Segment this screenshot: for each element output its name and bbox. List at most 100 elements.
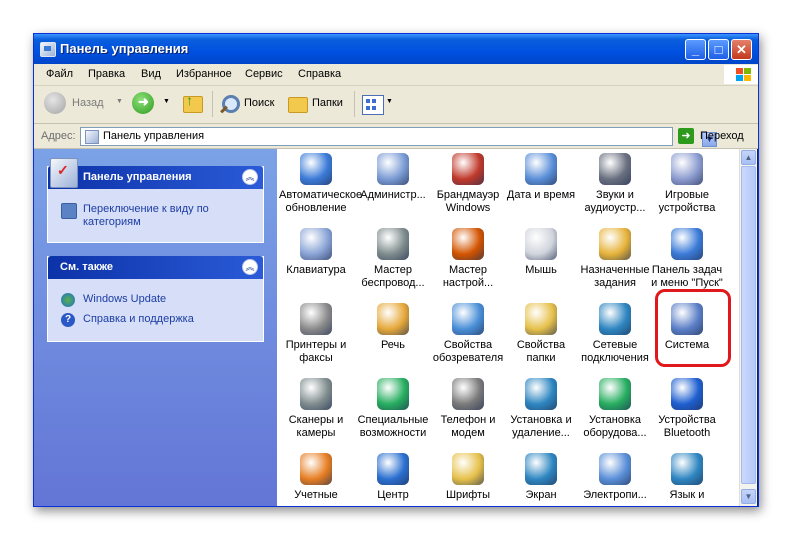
menu-help[interactable]: Справка xyxy=(298,68,341,80)
folders-button[interactable]: Папки xyxy=(286,92,350,116)
up-folder-button[interactable]: ↑ xyxy=(181,92,205,116)
cp-item[interactable]: Назначенные задания xyxy=(578,228,652,303)
cp-item-label: Шрифты xyxy=(445,489,491,501)
speech-icon xyxy=(377,303,409,335)
cp-item-label: Установка оборудова... xyxy=(583,414,647,439)
taskbar-icon xyxy=(671,228,703,260)
help-icon: ? xyxy=(61,313,75,327)
control-panel-small-icon xyxy=(85,130,99,144)
scroll-thumb[interactable] xyxy=(741,166,756,484)
scanner-icon xyxy=(300,378,332,410)
windows-update-icon xyxy=(61,293,75,307)
cp-item-label: Экран xyxy=(525,489,557,501)
cp-item[interactable]: Принтеры и факсы xyxy=(279,303,353,378)
hardware-icon xyxy=(599,378,631,410)
forward-button[interactable]: ➜ ▼ xyxy=(132,92,172,116)
window-title: Панель управления xyxy=(60,41,189,56)
collapse-icon[interactable]: ︽ xyxy=(242,259,258,275)
cp-item[interactable]: Администр... xyxy=(356,153,430,228)
scroll-down-icon[interactable]: ▼ xyxy=(741,489,756,504)
cp-item[interactable]: Язык и xyxy=(650,453,724,506)
cp-item-label: Свойства обозревателя xyxy=(432,339,504,364)
cp-item[interactable]: Установка оборудова... xyxy=(578,378,652,453)
cp-item[interactable]: Учетные xyxy=(279,453,353,506)
title-bar[interactable]: Панель управления _ □ ✕ xyxy=(34,34,758,64)
help-support-link[interactable]: Справка и поддержка xyxy=(83,313,194,325)
cp-item-label: Язык и xyxy=(669,489,705,501)
panel-header[interactable]: См. также ︽ xyxy=(48,256,263,279)
address-label: Адрес: xyxy=(41,130,76,142)
views-dropdown-icon: ▼ xyxy=(386,98,393,105)
cp-item[interactable]: Центр xyxy=(356,453,430,506)
panel-header[interactable]: ✓ Панель управления ︽ xyxy=(48,158,263,189)
cp-item[interactable]: Устройства Bluetooth xyxy=(650,378,724,453)
cp-item[interactable]: Мастер настрой... xyxy=(431,228,505,303)
scroll-up-icon[interactable]: ▲ xyxy=(741,150,756,165)
network-house-icon xyxy=(452,228,484,260)
views-button[interactable]: ▼ xyxy=(360,92,394,116)
toolbar: Назад ▼ ➜ ▼ ↑ Поиск Папки ▼ xyxy=(34,86,758,124)
cp-item[interactable]: Установка и удаление... xyxy=(504,378,578,453)
cp-item[interactable]: Сетевые подключения xyxy=(578,303,652,378)
cp-item[interactable]: Телефон и модем xyxy=(431,378,505,453)
power-icon xyxy=(599,453,631,485)
address-field[interactable]: Панель управления ▼ xyxy=(80,127,717,147)
task-pane: ✓ Панель управления ︽ Переключение к вид… xyxy=(34,149,277,506)
collapse-icon[interactable]: ︽ xyxy=(242,169,258,185)
cp-item[interactable]: Шрифты xyxy=(431,453,505,506)
menu-edit[interactable]: Правка xyxy=(88,68,125,80)
cp-item[interactable]: Свойства обозревателя xyxy=(431,303,505,378)
folders-icon xyxy=(288,97,308,113)
windows-logo-icon xyxy=(724,65,758,84)
printer-icon xyxy=(300,303,332,335)
cp-item[interactable]: Сканеры и камеры xyxy=(279,378,353,453)
cp-item[interactable]: Специальные возможности xyxy=(356,378,430,453)
cp-item-label: Дата и время xyxy=(506,189,576,201)
cp-item[interactable]: Клавиатура xyxy=(279,228,353,303)
views-icon xyxy=(362,95,384,115)
cp-item[interactable]: Экран xyxy=(504,453,578,506)
cp-item[interactable]: Звуки и аудиоустр... xyxy=(578,153,652,228)
forward-dropdown-icon: ▼ xyxy=(163,98,170,105)
switch-category-view-link[interactable]: Переключение к виду по категориям xyxy=(83,203,253,229)
scheduled-tasks-icon xyxy=(599,228,631,260)
menu-favorites[interactable]: Избранное xyxy=(176,68,232,80)
cp-item[interactable]: Свойства папки xyxy=(504,303,578,378)
menu-tools[interactable]: Сервис xyxy=(245,68,283,80)
maximize-button[interactable]: □ xyxy=(708,39,729,60)
wireless-icon xyxy=(377,228,409,260)
panel-title: См. также xyxy=(60,261,113,273)
panel-title: Панель управления xyxy=(83,171,192,183)
close-button[interactable]: ✕ xyxy=(731,39,752,60)
windows-update-link[interactable]: Windows Update xyxy=(83,293,166,305)
cp-item-label: Свойства папки xyxy=(516,339,566,364)
back-button[interactable]: Назад ▼ xyxy=(44,92,124,116)
speaker-icon xyxy=(599,153,631,185)
cp-item[interactable]: Дата и время xyxy=(504,153,578,228)
cp-item-label: Специальные возможности xyxy=(357,414,429,439)
cp-item[interactable]: Мышь xyxy=(504,228,578,303)
vertical-scrollbar[interactable]: ▲ ▼ xyxy=(739,149,757,506)
cp-item[interactable]: Мастер беспровод... xyxy=(356,228,430,303)
cp-item[interactable]: Игровые устройства xyxy=(650,153,724,228)
menu-bar: Файл Правка Вид Избранное Сервис Справка xyxy=(34,64,758,86)
cp-item-label: Устройства Bluetooth xyxy=(658,414,716,439)
go-button[interactable]: ➜ Переход xyxy=(678,127,756,146)
switch-view-icon xyxy=(61,203,77,219)
menu-file[interactable]: Файл xyxy=(46,68,73,80)
security-center-icon xyxy=(377,453,409,485)
cp-item-label: Панель задач и меню "Пуск" xyxy=(651,264,723,289)
cp-item[interactable]: Речь xyxy=(356,303,430,378)
menu-view[interactable]: Вид xyxy=(141,68,161,80)
go-arrow-icon: ➜ xyxy=(678,128,694,144)
search-button[interactable]: Поиск xyxy=(220,92,280,116)
cp-item[interactable]: Автоматическое обновление xyxy=(279,153,363,228)
cp-item[interactable]: Брандмауэр Windows xyxy=(431,153,505,228)
cp-item[interactable]: Электропи... xyxy=(578,453,652,506)
minimize-button[interactable]: _ xyxy=(685,39,706,60)
cp-item-label: Сканеры и камеры xyxy=(288,414,344,439)
cp-item-label: Автоматическое обновление xyxy=(279,189,363,214)
see-also-panel: См. также ︽ Windows Update ? Справка и п… xyxy=(47,256,264,342)
display-icon xyxy=(525,453,557,485)
control-panel-window: Панель управления _ □ ✕ Файл Правка Вид … xyxy=(33,33,759,507)
